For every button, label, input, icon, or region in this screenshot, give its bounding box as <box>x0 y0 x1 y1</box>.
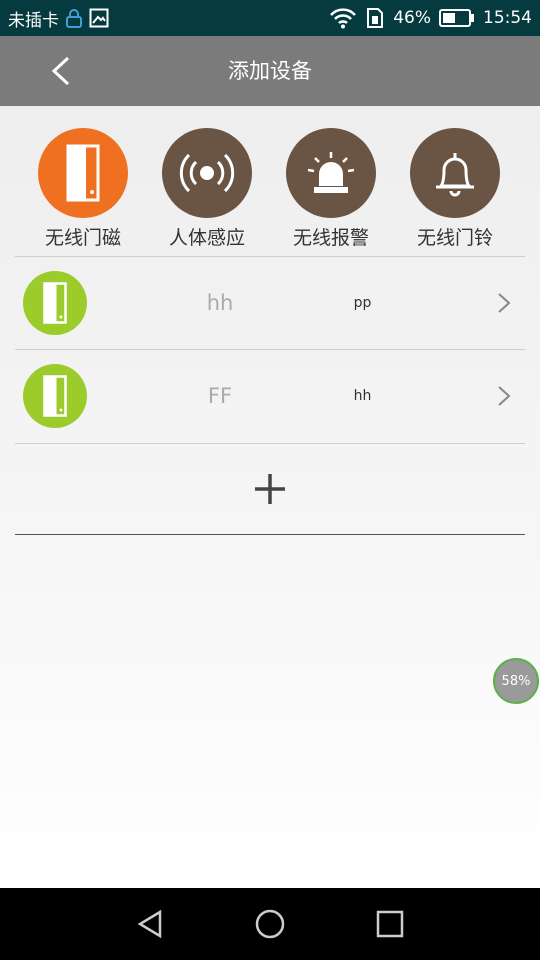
app-bar: 添加设备 <box>0 36 540 106</box>
chevron-right-icon[interactable] <box>493 291 515 315</box>
device-name: hh <box>206 291 234 315</box>
sim-icon <box>365 7 385 29</box>
content-area: 无线门磁 人体感应 无线报警 无线门铃 hh pp FF hh <box>0 106 540 888</box>
door-sensor-icon <box>23 364 87 428</box>
list-divider <box>15 534 525 535</box>
device-type-motion-sensor[interactable]: 人体感应 <box>152 128 262 250</box>
status-bar: 未插卡 46% 15:54 <box>0 0 540 36</box>
plus-icon <box>255 474 285 504</box>
battery-percent: 46% <box>393 8 431 28</box>
nav-back-button[interactable] <box>130 906 170 942</box>
device-type-label: 无线门铃 <box>416 227 493 249</box>
list-divider <box>15 443 525 444</box>
alarm-siren-icon <box>286 128 376 218</box>
battery-icon <box>439 9 475 27</box>
chevron-right-icon[interactable] <box>493 384 515 408</box>
floating-widget-label: 58% <box>501 673 531 689</box>
door-sensor-icon <box>23 271 87 335</box>
device-name: FF <box>207 384 233 408</box>
device-type-label: 人体感应 <box>168 227 245 249</box>
device-type-alarm[interactable]: 无线报警 <box>276 128 386 250</box>
back-button[interactable] <box>38 48 84 94</box>
nav-home-button[interactable] <box>250 906 290 942</box>
back-triangle-icon <box>137 909 162 939</box>
door-sensor-icon <box>38 128 128 218</box>
image-icon <box>89 8 109 28</box>
motion-sensor-icon <box>162 128 252 218</box>
device-code: pp <box>353 295 372 311</box>
device-type-label: 无线门磁 <box>44 227 121 249</box>
device-type-label: 无线报警 <box>292 227 369 249</box>
clock-time: 15:54 <box>483 8 532 28</box>
floating-memory-widget[interactable]: 58% <box>493 658 539 704</box>
carrier-text: 未插卡 <box>8 10 59 31</box>
navigation-bar <box>0 888 540 960</box>
wifi-icon <box>329 7 357 29</box>
device-type-door-sensor[interactable]: 无线门磁 <box>28 128 138 250</box>
device-code: hh <box>353 388 372 404</box>
device-type-selector: 无线门磁 人体感应 无线报警 无线门铃 <box>0 106 540 256</box>
chevron-left-icon <box>51 56 70 86</box>
lock-icon <box>65 8 83 28</box>
device-row[interactable]: FF hh <box>15 350 525 442</box>
home-circle-icon <box>255 909 285 939</box>
add-device-button[interactable] <box>235 466 305 512</box>
nav-recents-button[interactable] <box>370 906 410 942</box>
recents-square-icon <box>376 910 404 938</box>
device-row[interactable]: hh pp <box>15 257 525 349</box>
bell-icon <box>410 128 500 218</box>
device-type-doorbell[interactable]: 无线门铃 <box>400 128 510 250</box>
